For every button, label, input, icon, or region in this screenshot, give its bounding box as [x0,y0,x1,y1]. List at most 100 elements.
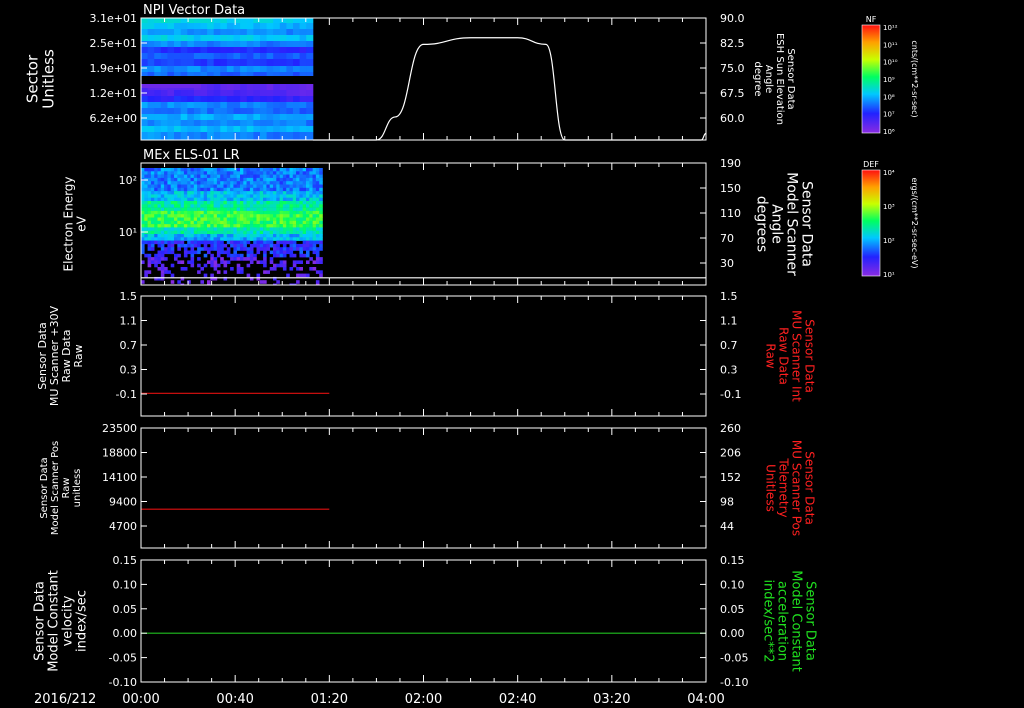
heatmap-cell [299,53,307,59]
heatmap-cell [167,126,175,132]
axis-label: Electron Energy eV [62,176,89,271]
heatmap-cell [246,102,254,108]
heatmap-cell [183,267,188,271]
heatmap-cell [302,197,307,202]
heatmap-cell [243,181,247,185]
heatmap-cell [240,41,248,47]
heatmap-cell [256,273,261,278]
heatmap-cell [299,102,307,108]
heatmap-cell [249,214,254,218]
heatmap-cell [167,214,171,218]
panel-frame [140,295,707,417]
heatmap-cell [296,181,300,185]
heatmap-cell [154,210,158,215]
heatmap-cell [154,174,158,179]
heatmap-cell [150,174,155,179]
heatmap-cell [207,35,215,41]
heatmap-cell [216,217,221,222]
heatmap-cell [243,187,247,192]
heatmap-cell [220,174,224,179]
heatmap-cell [170,187,175,192]
heatmap-cell [230,257,234,261]
heatmap-cell [293,102,301,108]
heatmap-cell [216,201,221,205]
heatmap-cell [177,174,181,179]
heatmap-cell [223,250,228,255]
heatmap-cell [193,59,201,66]
heatmap-cell [243,210,247,215]
heatmap-cell [203,214,208,218]
heatmap-cell [269,240,274,245]
heatmap-cell [141,102,149,108]
heatmap-cell [249,260,254,264]
heatmap-cell [246,237,251,241]
heatmap-cell [177,181,181,185]
axis-label: Sensor DataModel Constantaccelerationind… [760,570,817,672]
heatmap-cell [312,247,317,251]
heatmap-cell [147,224,152,228]
heatmap-cell [187,59,195,66]
heatmap-cell [236,194,241,198]
heatmap-cell [306,230,310,235]
y-tick-label: 1.2e+01 [90,87,137,100]
heatmap-cell [233,204,237,208]
heatmap-cell [150,194,155,198]
heatmap-cell [299,217,303,222]
heatmap-cell [180,120,188,126]
heatmap-cell [223,171,228,175]
heatmap-cell [299,41,307,47]
heatmap-cell [200,168,204,172]
heatmap-cell [164,194,168,198]
heatmap-cell [200,181,204,185]
heatmap-cell [154,168,158,172]
heatmap-cell [306,29,314,35]
heatmap-cell [315,174,320,179]
heatmap-cell [302,171,307,175]
heatmap-cell [167,204,171,208]
heatmap-cell [253,217,257,222]
heatmap-cell [240,174,244,179]
heatmap-cell [177,194,181,198]
heatmap-cell [289,210,294,215]
axis-label-line: Angle [763,65,774,93]
heatmap-cell [180,59,188,66]
heatmap-cell [154,197,158,202]
heatmap-cell [279,84,287,90]
heatmap-cell [160,66,168,72]
heatmap-cell [223,214,228,218]
heatmap-cell [319,230,323,235]
heatmap-cell [292,214,297,218]
heatmap-cell [220,177,224,182]
heatmap-cell [266,96,274,102]
heatmap-cell [302,273,307,278]
heatmap-cell [180,23,188,29]
heatmap-cell [190,194,195,198]
heatmap-cell [276,210,280,215]
heatmap-cell [226,120,234,126]
heatmap-cell [292,174,297,179]
heatmap-cell [299,66,307,72]
heatmap-cell [253,168,257,172]
heatmap-cell [246,217,251,222]
heatmap-cell [157,227,162,231]
heatmap-cell [157,191,162,195]
heatmap-cell [240,168,244,172]
heatmap-cell [210,257,214,261]
heatmap-cell [203,247,208,251]
heatmap-cell [213,243,218,248]
heatmap-cell [282,253,287,258]
heatmap-cell [203,227,208,231]
heatmap-cell [160,240,165,245]
heatmap-cell [180,197,185,202]
heatmap-cell [276,250,280,255]
heatmap-cell [266,217,270,222]
heatmap-cell [236,220,241,225]
heatmap-cell [164,247,168,251]
heatmap-cell [282,220,287,225]
heatmap-cell [160,102,168,108]
axis-label-line: Raw [72,344,85,367]
time-tick-label: 02:00 [405,692,442,707]
heatmap-cell [302,217,307,222]
heatmap-cell [187,174,191,179]
heatmap-cell [154,227,158,231]
